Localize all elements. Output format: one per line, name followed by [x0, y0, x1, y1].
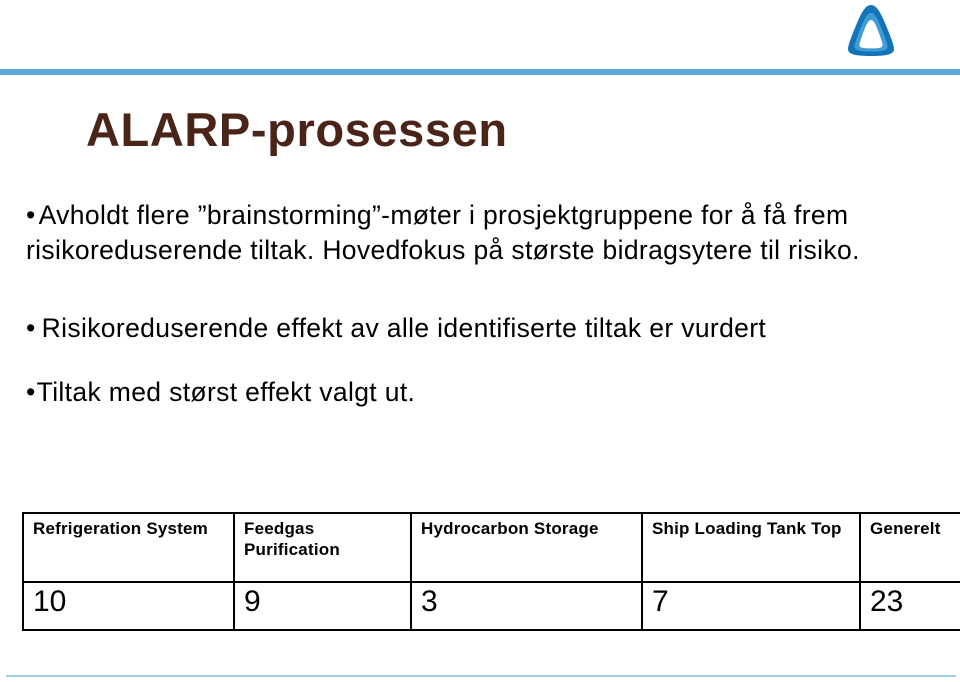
table-header-cell: Feedgas Purification — [233, 512, 412, 583]
list-item-text: Risikoreduserende effekt av alle identif… — [41, 313, 767, 343]
table-value-cell: 9 — [233, 581, 412, 631]
table-value-cell: 10 — [22, 581, 235, 631]
triangle-arch-logo — [838, 4, 904, 58]
table-value-cell: 7 — [641, 581, 861, 631]
list-item: • Avholdt flere ”brainstorming”-møter i p… — [26, 198, 946, 268]
table-row-headers: Refrigeration System Feedgas Purificatio… — [22, 512, 960, 583]
table-header-cell: Ship Loading Tank Top — [641, 512, 861, 583]
bullet-marker-icon: • — [26, 313, 36, 343]
summary-table: Refrigeration System Feedgas Purificatio… — [22, 512, 960, 631]
table-header-cell: Refrigeration System — [22, 512, 235, 583]
table-header-cell: Hydrocarbon Storage — [410, 512, 643, 583]
slide-canvas: ALARP-prosessen • Avholdt flere ”brainsto… — [0, 0, 960, 682]
list-item: •Tiltak med størst effekt valgt ut. — [26, 375, 946, 410]
table-value-cell: 3 — [410, 581, 643, 631]
bullet-marker-icon: • — [26, 200, 36, 230]
page-title: ALARP-prosessen — [86, 103, 508, 156]
footer-accent-rule — [6, 675, 956, 677]
table-row-values: 10 9 3 7 23 — [22, 581, 960, 631]
list-item-text: Avholdt flere ”brainstorming”-møter i pr… — [26, 200, 860, 265]
list-item: • Risikoreduserende effekt av alle identi… — [26, 311, 946, 346]
bullet-list: • Avholdt flere ”brainstorming”-møter i p… — [26, 198, 946, 410]
table-header-cell: Generelt — [859, 512, 960, 583]
list-item-text: Tiltak med størst effekt valgt ut. — [36, 377, 416, 407]
table-value-cell: 23 — [859, 581, 960, 631]
header-accent-rule — [0, 69, 960, 75]
bullet-marker-icon: • — [26, 377, 36, 407]
